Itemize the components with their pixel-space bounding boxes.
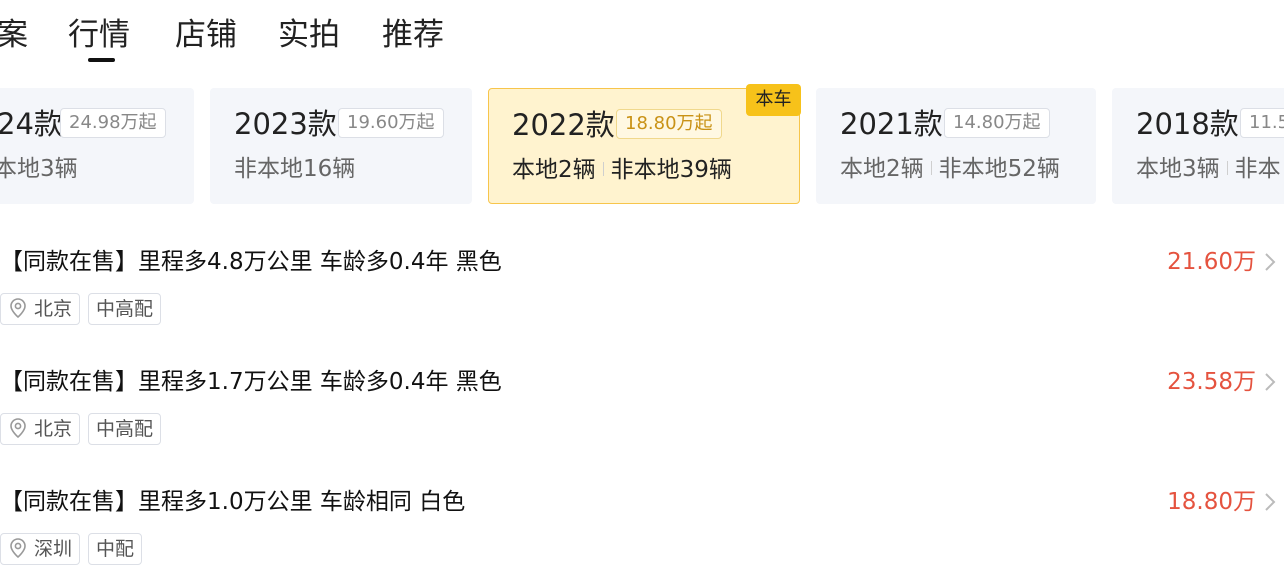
trim-tag: 中高配 — [88, 293, 162, 325]
city-tag: 北京 — [0, 293, 81, 325]
tab-shops[interactable]: 店铺 — [175, 14, 237, 56]
listing-row[interactable]: 【同款在售】里程多1.7万公里 车龄多0.4年 黑色 北京 中高配 23.58万 — [0, 365, 1284, 465]
current-car-badge: 本车 — [746, 84, 801, 116]
listing-count: 本地2辆 非本地52辆 — [840, 156, 1060, 182]
tab-photos[interactable]: 实拍 — [278, 14, 340, 56]
model-year-label: 2018款 — [1136, 107, 1239, 141]
listing-count: 本地3辆 非本 — [1136, 156, 1281, 182]
listing-tags: 深圳 中配 — [0, 533, 150, 565]
listing-title: 【同款在售】里程多1.7万公里 车龄多0.4年 黑色 — [0, 369, 502, 395]
chevron-right-icon — [1265, 493, 1276, 511]
city-tag: 深圳 — [0, 533, 81, 565]
trim-tag: 中配 — [88, 533, 143, 565]
starting-price: 14.80万起 — [944, 108, 1050, 138]
model-year-card[interactable]: 2023款 19.60万起 非本地16辆 — [210, 88, 472, 204]
location-pin-icon — [10, 298, 26, 319]
model-year-label: 2022款 — [512, 108, 615, 142]
listing-row[interactable]: 【同款在售】里程多1.0万公里 车龄相同 白色 深圳 中配 18.80万 — [0, 485, 1284, 585]
tab-case[interactable]: 案 — [0, 14, 28, 56]
model-year-card[interactable]: 2021款 14.80万起 本地2辆 非本地52辆 — [816, 88, 1096, 204]
starting-price: 18.80万起 — [616, 109, 722, 139]
listing-count: 本地3辆 — [0, 156, 78, 182]
starting-price: 24.98万起 — [60, 108, 166, 138]
tab-market[interactable]: 行情 — [68, 14, 130, 62]
listing-title: 【同款在售】里程多1.0万公里 车龄相同 白色 — [0, 489, 466, 515]
listing-price: 23.58万 — [1167, 369, 1256, 395]
trim-tag: 中高配 — [88, 413, 162, 445]
listing-price: 21.60万 — [1167, 249, 1256, 275]
location-pin-icon — [10, 538, 26, 559]
model-year-carousel[interactable]: 24款 24.98万起 本地3辆 2023款 19.60万起 非本地16辆 20… — [0, 88, 1284, 204]
listing-tags: 北京 中高配 — [0, 413, 169, 445]
listing-count: 非本地16辆 — [234, 156, 356, 182]
model-year-label: 24款 — [0, 107, 63, 141]
listing-row[interactable]: 【同款在售】里程多4.8万公里 车龄多0.4年 黑色 北京 中高配 21.60万 — [0, 245, 1284, 345]
tab-recommend[interactable]: 推荐 — [382, 14, 444, 56]
model-year-label: 2023款 — [234, 107, 337, 141]
starting-price: 19.60万起 — [338, 108, 444, 138]
listing-count: 本地2辆 非本地39辆 — [512, 157, 732, 183]
divider — [1226, 161, 1228, 175]
chevron-right-icon — [1265, 373, 1276, 391]
active-tab-indicator — [88, 58, 115, 62]
city-tag: 北京 — [0, 413, 81, 445]
model-year-card[interactable]: 24款 24.98万起 本地3辆 — [0, 88, 194, 204]
starting-price: 11.5 — [1240, 108, 1284, 138]
location-pin-icon — [10, 418, 26, 439]
listing-tags: 北京 中高配 — [0, 293, 169, 325]
listing-title: 【同款在售】里程多4.8万公里 车龄多0.4年 黑色 — [0, 249, 502, 275]
model-year-label: 2021款 — [840, 107, 943, 141]
divider — [930, 161, 932, 175]
listing-price: 18.80万 — [1167, 489, 1256, 515]
chevron-right-icon — [1265, 253, 1276, 271]
model-year-card[interactable]: 2018款 11.5 本地3辆 非本 — [1112, 88, 1284, 204]
divider — [602, 162, 604, 176]
